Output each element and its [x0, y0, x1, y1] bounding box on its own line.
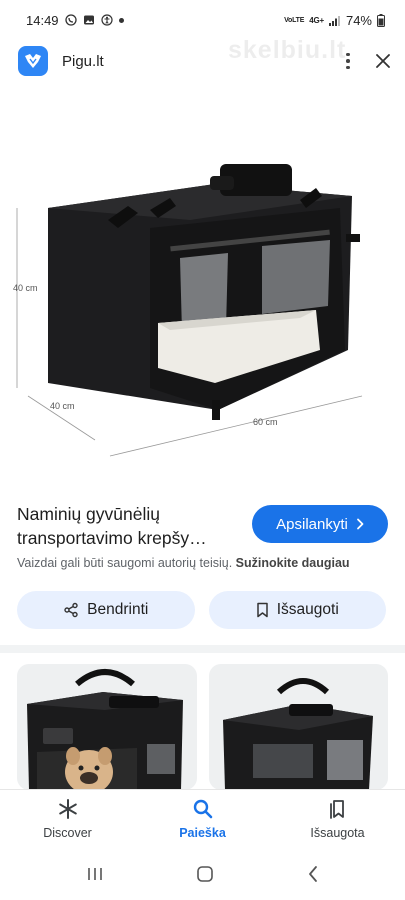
- battery-icon: [377, 13, 385, 27]
- top-actions: [343, 52, 391, 70]
- nav-search-label: Paieška: [179, 826, 226, 840]
- bottom-navigation: Discover Paieška Išsaugota: [0, 790, 405, 848]
- visit-button-label: Apsilankyti: [276, 515, 348, 533]
- battery-percent: 74%: [345, 12, 372, 28]
- recent-apps-icon[interactable]: [86, 866, 104, 882]
- width-dimension-label: 60 cm: [253, 417, 278, 427]
- site-logo[interactable]: [18, 46, 48, 76]
- status-time: 14:49: [26, 12, 59, 28]
- copyright-text: Vaizdai gali būti saugomi autorių teisių…: [17, 556, 233, 570]
- asterisk-icon: [58, 799, 77, 819]
- related-image-1[interactable]: [17, 664, 197, 790]
- status-right: VoLTE 4G+ 74%: [284, 13, 385, 28]
- nav-discover-label: Discover: [43, 826, 92, 840]
- nav-discover[interactable]: Discover: [0, 790, 135, 848]
- share-button-label: Bendrinti: [87, 601, 149, 618]
- back-icon[interactable]: [307, 865, 319, 883]
- more-options-icon[interactable]: [343, 52, 353, 70]
- network-indicator: VoLTE: [284, 17, 304, 24]
- share-button[interactable]: Bendrinti: [17, 591, 195, 629]
- top-bar: Pigu.lt: [0, 42, 405, 80]
- related-images: [17, 664, 388, 790]
- nav-saved-label: Išsaugota: [310, 826, 365, 840]
- result-header: Naminių gyvūnėlių transportavimo krepšy……: [17, 502, 388, 550]
- result-title[interactable]: Naminių gyvūnėlių transportavimo krepšy…: [17, 502, 239, 550]
- save-button-label: Išsaugoti: [276, 601, 339, 618]
- height-dimension-label: 40 cm: [13, 283, 38, 293]
- depth-dimension-label: 40 cm: [50, 401, 75, 411]
- bookmark-icon: [256, 602, 268, 618]
- network-type-top: VoLTE: [284, 16, 305, 24]
- save-button[interactable]: Išsaugoti: [208, 591, 386, 629]
- pet-carrier-illustration: 40 cm 40 cm 60 cm: [13, 164, 363, 457]
- related-image-2[interactable]: [208, 664, 388, 790]
- site-name[interactable]: Pigu.lt: [62, 53, 104, 70]
- search-icon: [193, 799, 212, 819]
- width-dimension-line: [109, 395, 363, 457]
- signal-icon: [328, 15, 340, 26]
- network-type: 4G+: [309, 15, 324, 25]
- home-icon[interactable]: [196, 865, 214, 883]
- visit-button[interactable]: Apsilankyti: [252, 505, 388, 543]
- status-left: 14:49: [26, 13, 124, 28]
- copyright-notice: Vaizdai gali būti saugomi autorių teisių…: [17, 556, 350, 570]
- call-icon: [64, 14, 77, 26]
- gallery-icon: [83, 15, 94, 25]
- nav-saved[interactable]: Išsaugota: [270, 790, 405, 848]
- learn-more-link[interactable]: Sužinokite daugiau: [236, 556, 350, 570]
- share-icon: [64, 602, 78, 618]
- nav-search[interactable]: Paieška: [135, 790, 270, 848]
- bookmarks-icon: [329, 800, 344, 819]
- notification-dot: [118, 17, 124, 23]
- system-navigation-bar: [0, 848, 405, 900]
- close-icon[interactable]: [375, 53, 391, 69]
- pigu-logo-icon: [25, 54, 41, 68]
- carrier-with-dog-image: [27, 669, 183, 790]
- chevron-right-icon: [356, 518, 364, 530]
- action-buttons: Bendrinti Išsaugoti: [17, 591, 386, 629]
- product-image[interactable]: 40 cm 40 cm 60 cm: [0, 88, 405, 488]
- section-divider: [0, 645, 405, 653]
- status-bar: 14:49 VoLTE 4G+ 74%: [0, 0, 405, 40]
- accessibility-icon: [100, 14, 113, 26]
- carrier-image: [222, 678, 373, 790]
